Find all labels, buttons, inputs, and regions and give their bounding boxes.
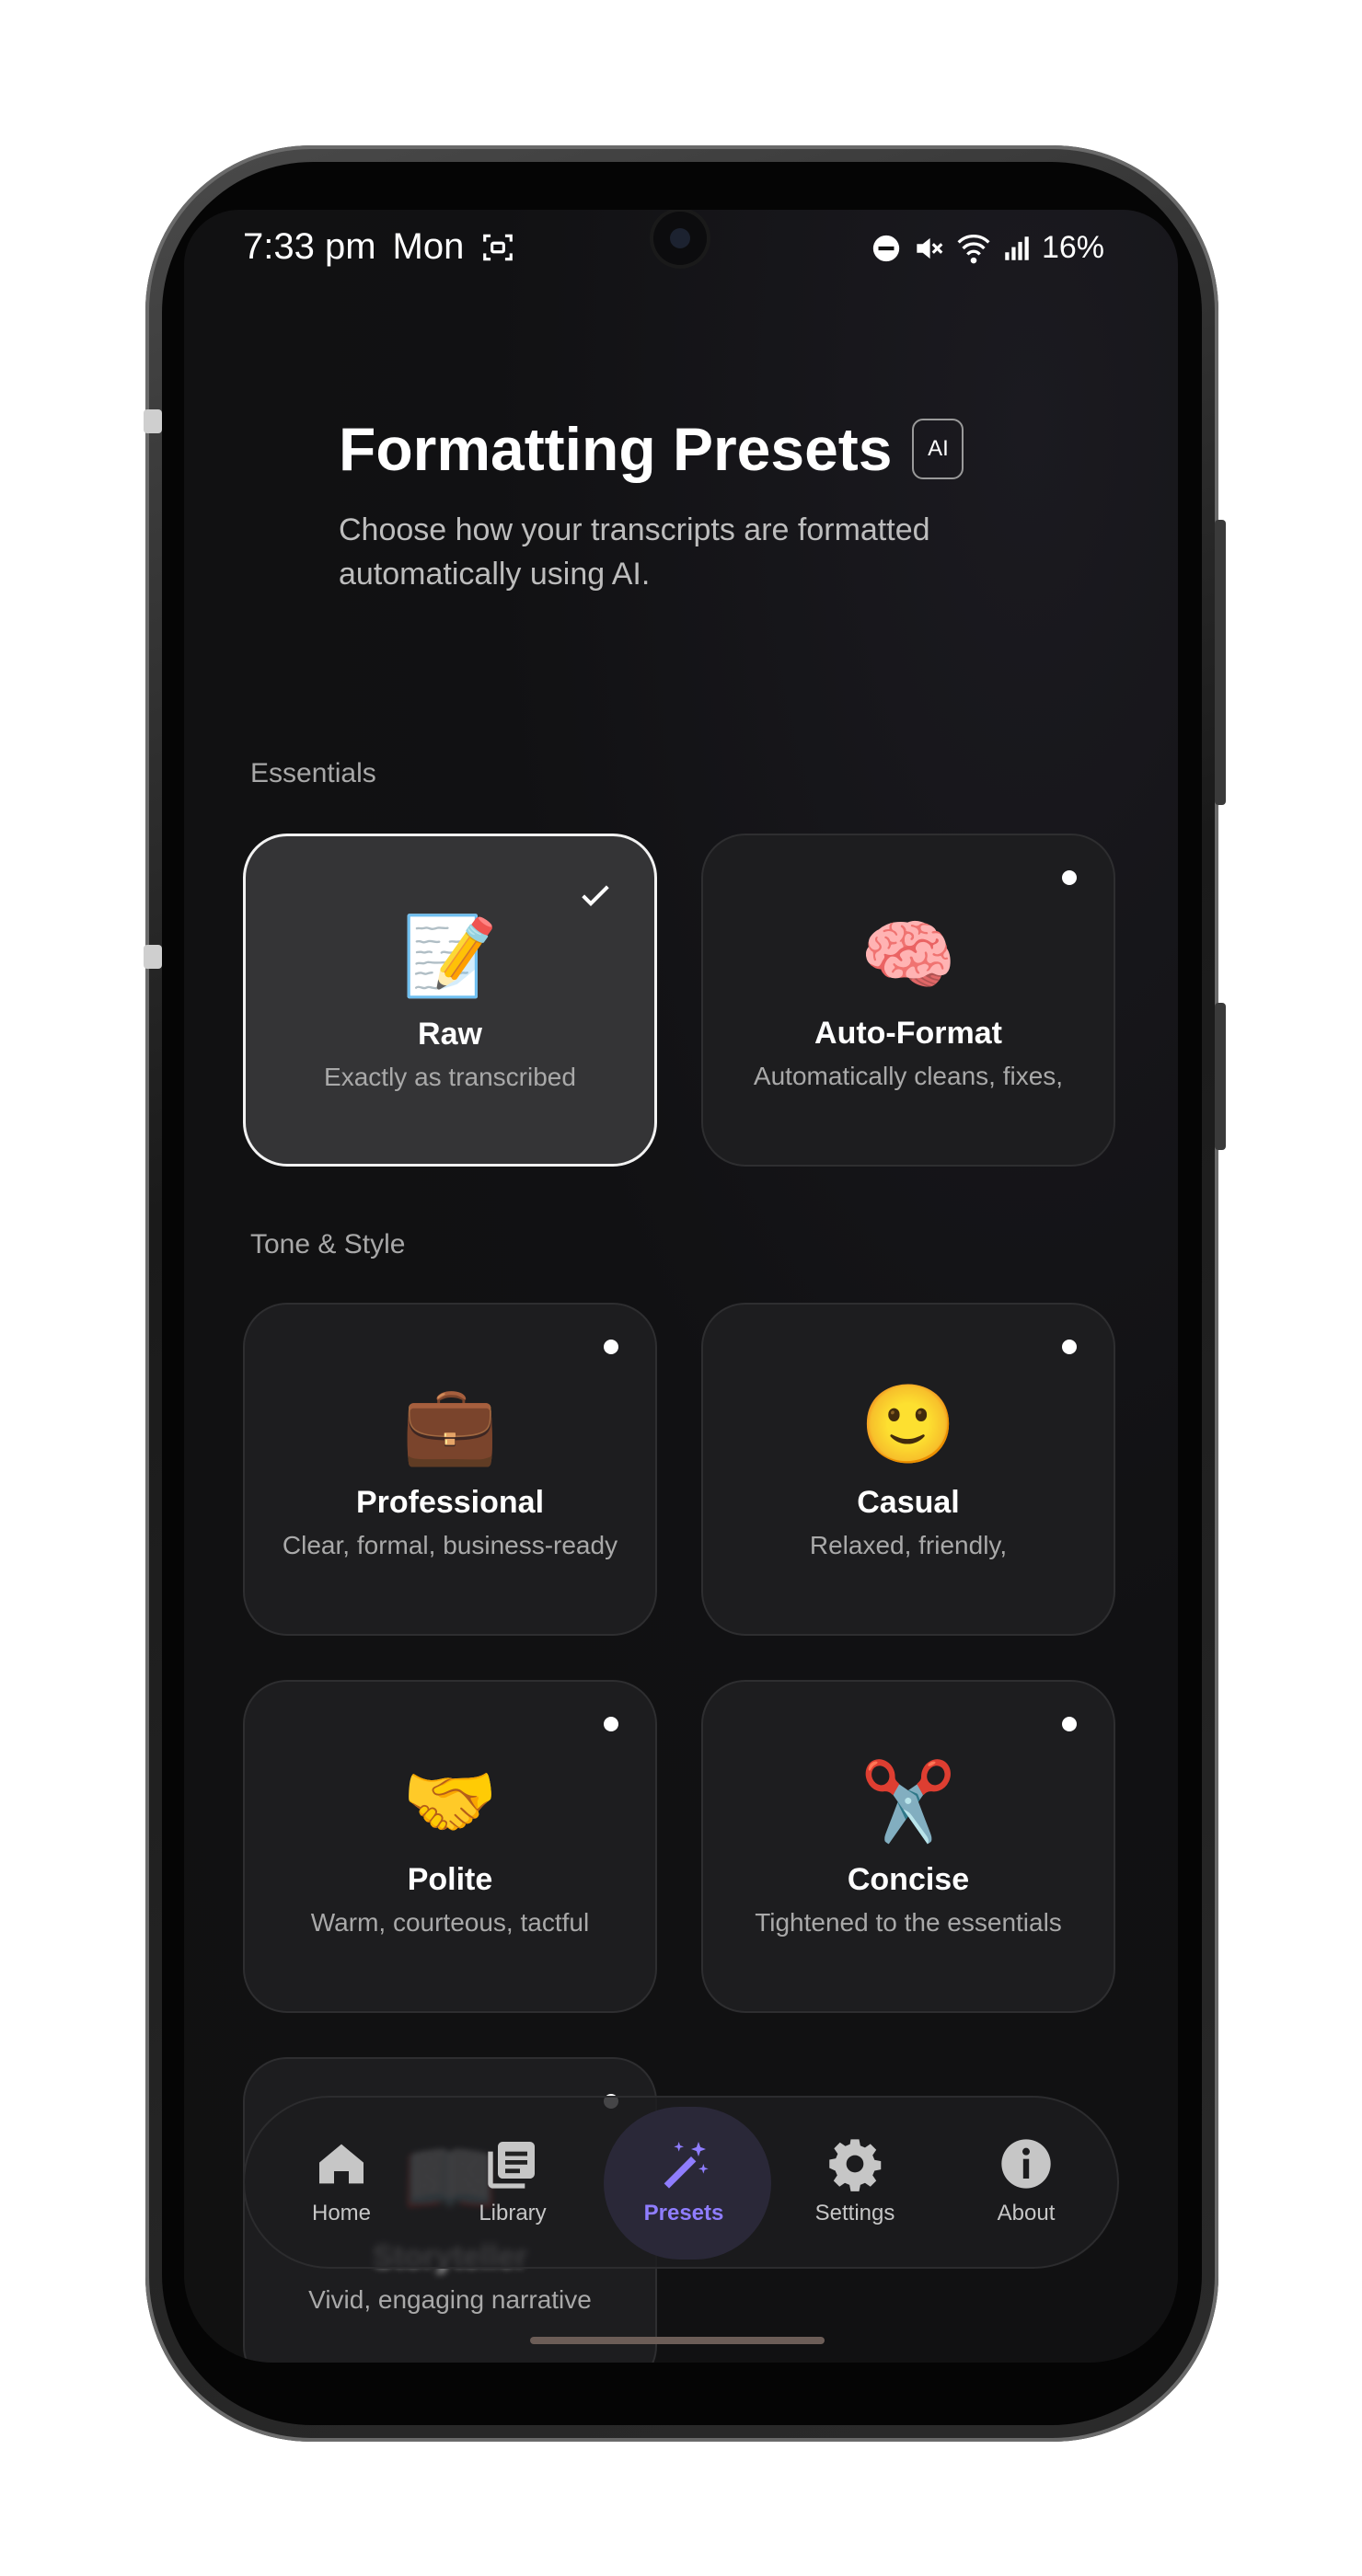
preset-name: Polite: [407, 1862, 493, 1897]
power-button: [1215, 1003, 1226, 1150]
status-bar: 7:33 pm Mon 16%: [184, 210, 1178, 293]
library-icon: [488, 2142, 535, 2189]
front-camera: [653, 212, 707, 265]
indicator-dot: [604, 1717, 618, 1731]
status-day: Mon: [392, 226, 465, 267]
section-label-essentials: Essentials: [250, 758, 376, 788]
page-header: Formatting Presets AI Choose how your tr…: [339, 414, 1020, 596]
preset-description: Tightened to the essentials: [755, 1908, 1062, 1937]
preset-card-professional[interactable]: 💼 Professional Clear, formal, business-r…: [243, 1303, 657, 1636]
preset-name: Raw: [418, 1017, 482, 1052]
status-time: 7:33 pm: [243, 226, 376, 267]
indicator-dot: [1062, 1340, 1077, 1354]
nav-label: About: [997, 2201, 1056, 2225]
preset-description: Warm, courteous, tactful: [310, 1908, 590, 1937]
title-row: Formatting Presets AI: [339, 414, 1020, 484]
nav-label: Settings: [814, 2201, 895, 2225]
nav-label: Presets: [643, 2201, 724, 2225]
preset-description: Exactly as transcribed: [324, 1063, 576, 1091]
section-label-tone-style: Tone & Style: [250, 1229, 406, 1259]
preset-name: Concise: [847, 1862, 970, 1897]
preset-card-polite[interactable]: 🤝 Polite Warm, courteous, tactful: [243, 1680, 657, 2013]
preset-name: Casual: [857, 1485, 960, 1520]
status-left: 7:33 pm Mon: [243, 226, 515, 268]
preset-card-casual[interactable]: 🙂 Casual Relaxed, friendly,: [701, 1303, 1115, 1636]
volume-button: [1215, 520, 1226, 805]
mute-icon: [917, 237, 943, 259]
checkmark-icon: [582, 885, 609, 906]
nav-label: Home: [311, 2201, 372, 2225]
memo-icon: 📝: [401, 913, 499, 999]
do-not-disturb-icon: [872, 235, 900, 261]
preset-name: Auto-Format: [814, 1016, 1002, 1051]
preset-card-raw[interactable]: 📝 Raw Exactly as transcribed: [243, 834, 657, 1167]
bottom-navigation: Home Library Presets Settings About: [243, 2096, 1119, 2269]
preset-name: Professional: [355, 1485, 545, 1520]
indicator-dot: [1062, 870, 1077, 885]
home-indicator[interactable]: [530, 2337, 825, 2344]
signal-icon: [1005, 236, 1029, 260]
indicator-dot: [604, 1340, 618, 1354]
preset-description: Relaxed, friendly,: [809, 1531, 1008, 1559]
nav-settings[interactable]: Settings: [777, 2098, 933, 2271]
page-title: Formatting Presets: [339, 415, 893, 483]
preset-card-concise[interactable]: ✂️ Concise Tightened to the essentials: [701, 1680, 1115, 2013]
nav-home[interactable]: Home: [263, 2098, 420, 2271]
nav-presets[interactable]: Presets: [604, 2098, 771, 2271]
nav-library[interactable]: Library: [434, 2098, 591, 2271]
ai-badge: AI: [912, 419, 964, 479]
preset-card-auto-format[interactable]: 🧠 Auto-Format Automatically cleans, fixe…: [701, 834, 1115, 1167]
magic-wand-icon: [664, 2142, 709, 2189]
status-right: 16%: [871, 230, 1104, 266]
wifi-icon: [957, 234, 990, 263]
home-icon: [319, 2144, 364, 2184]
nav-label: Library: [479, 2201, 547, 2225]
gear-icon: [829, 2139, 882, 2191]
side-marker-lower: [144, 945, 162, 969]
brain-icon: 🧠: [860, 912, 957, 998]
screenshot-icon: [483, 234, 514, 260]
smiley-icon: 🙂: [860, 1381, 957, 1467]
indicator-dot: [1062, 1717, 1077, 1731]
preset-description: Automatically cleans, fixes,: [753, 1062, 1064, 1090]
battery-percent: 16%: [1041, 230, 1104, 265]
preset-description: Vivid, engaging narrative: [308, 2285, 592, 2314]
scissors-icon: ✂️: [860, 1758, 957, 1845]
info-icon: [1001, 2139, 1051, 2189]
page-subtitle: Choose how your transcripts are formatte…: [339, 512, 930, 592]
handshake-icon: 🤝: [401, 1758, 499, 1845]
preset-description: Clear, formal, business-ready: [282, 1531, 618, 1559]
nav-about[interactable]: About: [948, 2098, 1104, 2271]
app-screen: 7:33 pm Mon 16% Formatting Presets AI Ch…: [184, 210, 1178, 2363]
briefcase-icon: 💼: [401, 1381, 499, 1467]
side-marker-upper: [144, 409, 162, 433]
